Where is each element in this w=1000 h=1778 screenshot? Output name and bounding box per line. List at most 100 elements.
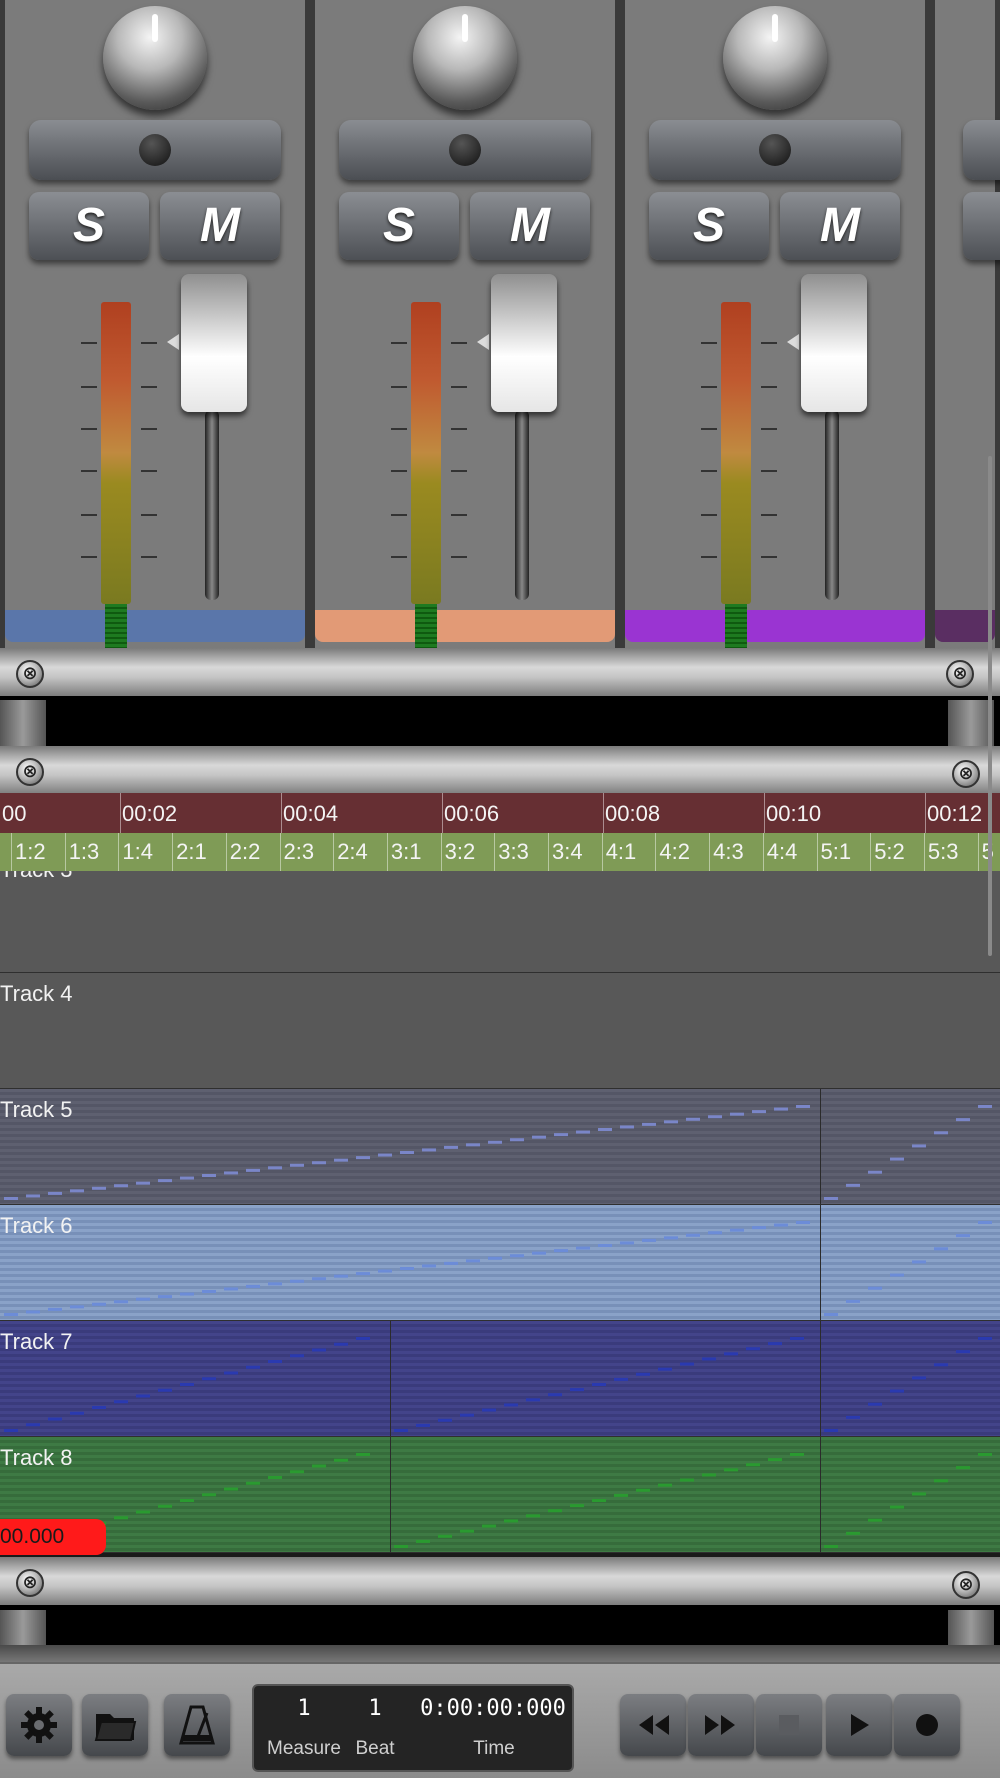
solo-button[interactable]	[963, 192, 1000, 260]
beat-ruler-label: 3:1	[390, 839, 422, 864]
midi-note	[488, 1140, 502, 1144]
midi-note	[526, 1514, 540, 1518]
stop-icon	[779, 1715, 799, 1735]
pan-slider[interactable]	[963, 120, 1000, 180]
channel-color-bar	[315, 610, 615, 642]
meter-tick	[761, 342, 777, 344]
ruler-gridline	[279, 833, 281, 871]
track-row[interactable]: Track 4	[0, 973, 1000, 1089]
rack-handle-left[interactable]	[0, 1610, 46, 1646]
midi-note	[356, 1272, 370, 1276]
volume-fader[interactable]	[491, 274, 557, 412]
midi-note	[334, 1274, 348, 1278]
send-knob[interactable]	[413, 6, 517, 110]
midi-note	[70, 1411, 84, 1415]
midi-note	[890, 1505, 904, 1509]
ruler-gridline	[442, 793, 443, 833]
ruler-gridline	[118, 833, 120, 871]
midi-note	[956, 1466, 970, 1470]
track-row[interactable]: Track 7	[0, 1321, 1000, 1437]
ruler-gridline	[281, 793, 282, 833]
rack-gap	[0, 1605, 1000, 1645]
meter-tick	[141, 342, 157, 344]
settings-button[interactable]	[6, 1694, 72, 1756]
midi-note	[846, 1531, 860, 1535]
midi-note	[796, 1105, 810, 1108]
beat-ruler-label: 5:1	[820, 839, 852, 864]
midi-note	[620, 1241, 634, 1245]
rewind-button[interactable]	[620, 1694, 686, 1756]
midi-note	[466, 1143, 480, 1147]
midi-note	[774, 1223, 788, 1227]
track-row[interactable]: Track 3	[0, 871, 1000, 973]
ruler-gridline	[762, 833, 764, 871]
midi-note	[934, 1131, 948, 1135]
vertical-scrollbar[interactable]	[988, 456, 992, 956]
time-ruler[interactable]: 00 00:02 00:04 00:06 00:08 00:10 00:12	[0, 793, 1000, 833]
playhead-position-label[interactable]: 00.000	[0, 1519, 106, 1555]
mute-button[interactable]: M	[160, 192, 280, 260]
meter-tick	[81, 386, 97, 388]
rack-handle-right[interactable]	[948, 1610, 994, 1646]
track-name: Track 4	[0, 981, 73, 1006]
volume-fader-track[interactable]	[515, 410, 529, 600]
open-file-button[interactable]	[82, 1694, 148, 1756]
pan-slider[interactable]	[649, 120, 901, 180]
midi-note	[978, 1337, 992, 1340]
midi-note	[658, 1483, 672, 1487]
record-button[interactable]	[894, 1694, 960, 1756]
midi-note	[658, 1367, 672, 1371]
midi-note	[554, 1249, 568, 1253]
ruler-gridline	[925, 793, 926, 833]
ruler-gridline	[386, 833, 388, 871]
send-knob[interactable]	[723, 6, 827, 110]
channel-color-bar	[5, 610, 305, 642]
midi-note	[180, 1499, 194, 1502]
send-knob[interactable]	[103, 6, 207, 110]
solo-button[interactable]: S	[339, 192, 459, 260]
volume-fader[interactable]	[181, 274, 247, 412]
play-icon	[851, 1714, 869, 1736]
time-ruler-label: 00:02	[122, 801, 178, 826]
fast-forward-button[interactable]	[688, 1694, 754, 1756]
region-boundary	[390, 1321, 391, 1436]
pan-slider[interactable]	[339, 120, 591, 180]
track-row[interactable]: Track 8	[0, 1437, 1000, 1553]
midi-note	[114, 1516, 128, 1520]
ruler-gridline	[11, 833, 12, 871]
channel-strip-3: S M	[620, 0, 930, 648]
solo-button[interactable]: S	[29, 192, 149, 260]
volume-fader-track[interactable]	[205, 410, 219, 600]
beat-ruler-label: 2:3	[283, 839, 315, 864]
midi-note	[48, 1417, 62, 1421]
time-ruler-label: 00:04	[283, 801, 339, 826]
midi-note	[912, 1144, 926, 1148]
metronome-icon	[179, 1705, 215, 1745]
beat-ruler-label: 2:1	[176, 839, 207, 864]
play-button[interactable]	[826, 1694, 892, 1756]
track-area[interactable]: Track 3 Track 4 Track 5 Track 6 Track 7 …	[0, 871, 1000, 1557]
pan-slider[interactable]	[29, 120, 281, 180]
volume-fader[interactable]	[801, 274, 867, 412]
rack-handle-left[interactable]	[0, 700, 46, 746]
meter-tick	[141, 514, 157, 516]
midi-note	[934, 1363, 948, 1367]
stop-button[interactable]	[756, 1694, 822, 1756]
beat-ruler[interactable]: 1:2 1:3 1:4 2:1 2:2 2:3 2:4 3:1 3:2 3:3 3:4 4:1 4:2 4…	[0, 833, 1000, 871]
midi-note	[846, 1183, 860, 1187]
midi-note	[532, 1135, 546, 1139]
track-row[interactable]: Track 6	[0, 1205, 1000, 1321]
beat-ruler-label: 1:3	[68, 839, 100, 864]
volume-fader-track[interactable]	[825, 410, 839, 600]
metronome-button[interactable]	[164, 1694, 230, 1756]
mute-button[interactable]: M	[470, 192, 590, 260]
midi-note	[868, 1286, 882, 1290]
solo-button[interactable]: S	[649, 192, 769, 260]
ruler-gridline	[601, 833, 603, 871]
mute-button[interactable]: M	[780, 192, 900, 260]
track-row[interactable]: Track 5	[0, 1089, 1000, 1205]
meter-tick	[451, 470, 467, 472]
region-boundary	[820, 1437, 821, 1552]
time-ruler-label: 00	[2, 801, 27, 826]
meter-tick	[141, 556, 157, 558]
